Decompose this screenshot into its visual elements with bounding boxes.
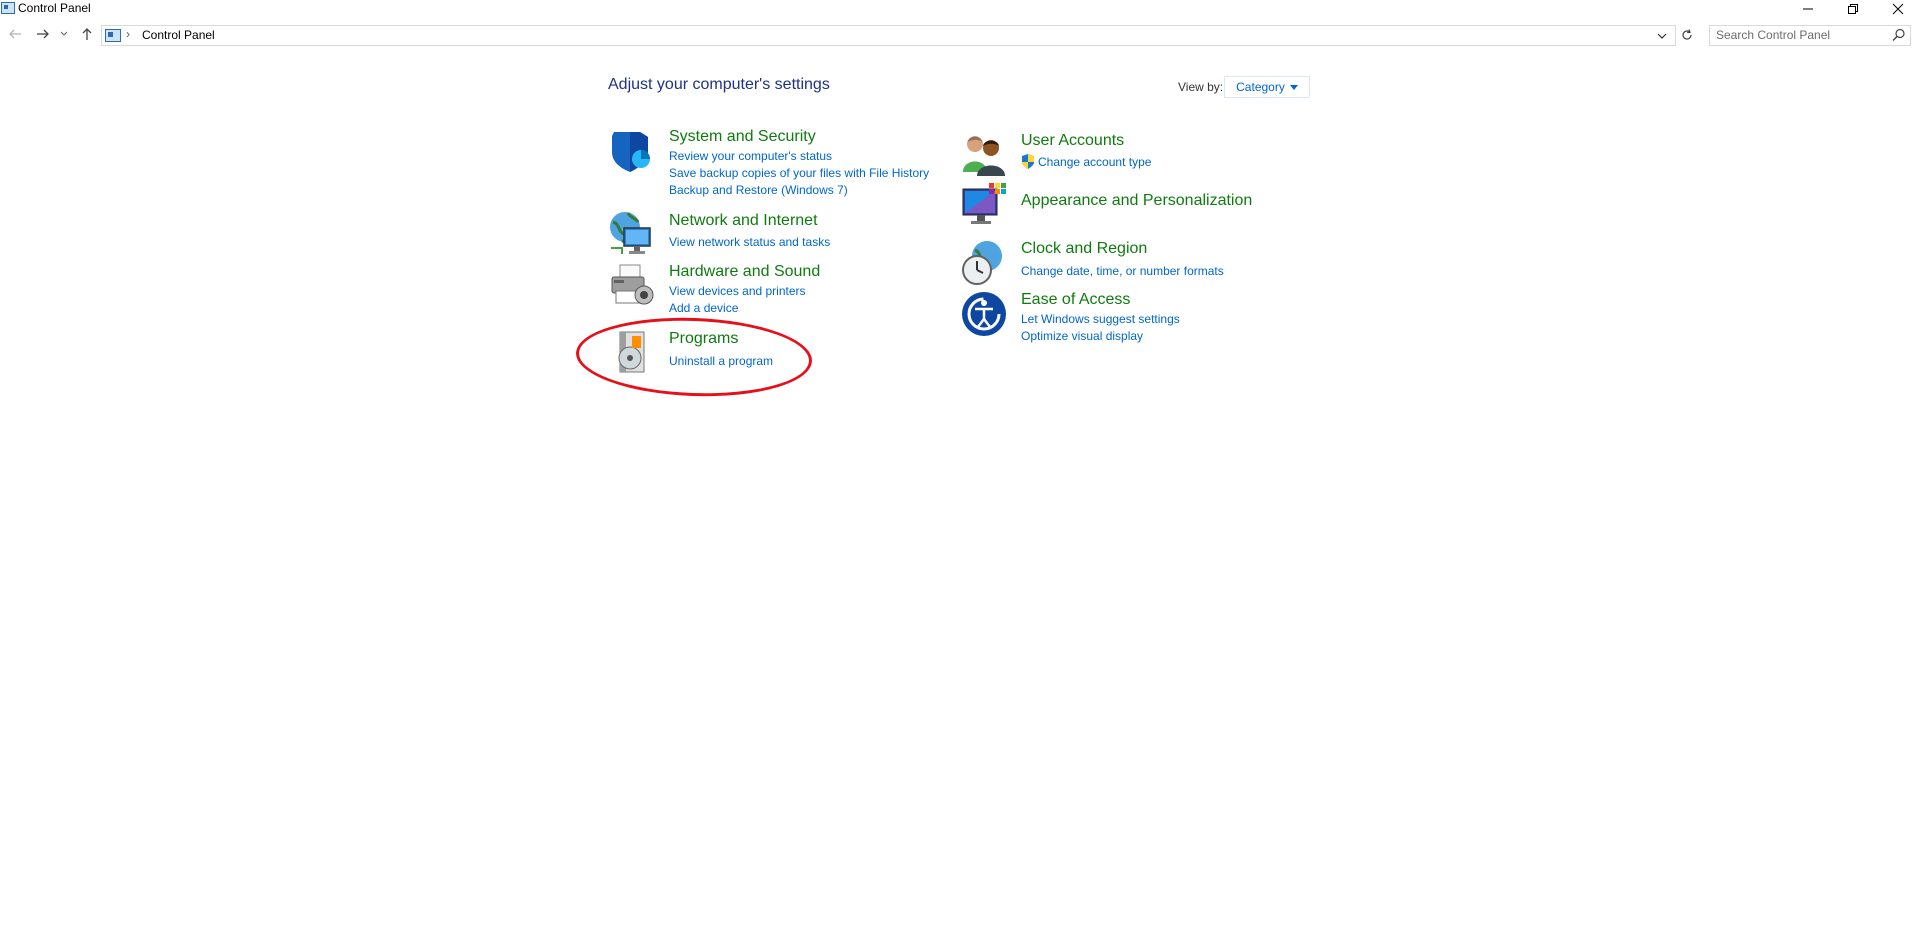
navigation-bar: › Control Panel Search Control Panel (0, 22, 1915, 48)
address-history-button[interactable] (1655, 29, 1669, 43)
control-panel-icon (105, 29, 121, 42)
refresh-icon (1682, 28, 1692, 40)
add-device-link[interactable]: Add a device (669, 301, 738, 315)
arrow-up-icon (82, 28, 92, 40)
appearance-link[interactable]: Appearance and Personalization (1021, 192, 1252, 210)
system-security-link[interactable]: System and Security (669, 128, 816, 146)
chevron-down-icon (1657, 33, 1667, 39)
search-icon[interactable] (1892, 28, 1906, 42)
programs-disc-icon (618, 331, 645, 373)
ease-of-access-icon (962, 292, 1006, 336)
restore-button[interactable] (1831, 0, 1875, 18)
globe-monitor-icon (610, 212, 651, 254)
search-placeholder: Search Control Panel (1716, 28, 1831, 42)
backup-restore-link[interactable]: Backup and Restore (Windows 7) (669, 183, 848, 197)
arrow-left-icon (9, 29, 21, 39)
view-by-dropdown[interactable]: Category (1224, 76, 1310, 98)
monitor-palette-icon (962, 183, 1006, 224)
refresh-button[interactable] (1678, 25, 1696, 44)
network-internet-link[interactable]: Network and Internet (669, 212, 818, 230)
minimize-button[interactable] (1786, 0, 1830, 18)
hardware-sound-link[interactable]: Hardware and Sound (669, 263, 820, 281)
ease-access-link[interactable]: Ease of Access (1021, 291, 1130, 309)
user-accounts-link[interactable]: User Accounts (1021, 132, 1124, 150)
uac-shield-icon (1022, 154, 1034, 169)
clock-region-link[interactable]: Clock and Region (1021, 240, 1147, 258)
change-account-type-link[interactable]: Change account type (1038, 155, 1151, 169)
minimize-icon (1803, 8, 1813, 10)
breadcrumb[interactable]: Control Panel (142, 28, 215, 42)
globe-clock-icon (962, 241, 1002, 285)
users-icon (963, 136, 1005, 176)
window-title: Control Panel (18, 1, 91, 15)
search-input[interactable]: Search Control Panel (1709, 25, 1911, 46)
caret-down-icon (1289, 84, 1298, 90)
printer-icon (611, 264, 654, 305)
control-panel-icon (1, 2, 15, 14)
forward-button[interactable] (34, 25, 52, 43)
restore-icon (1848, 4, 1858, 14)
chevron-down-icon (60, 31, 68, 36)
recent-locations-button[interactable] (58, 25, 70, 43)
view-by-value: Category (1236, 80, 1285, 94)
date-time-formats-link[interactable]: Change date, time, or number formats (1021, 264, 1224, 278)
address-bar[interactable]: › Control Panel (101, 25, 1676, 46)
uninstall-program-link[interactable]: Uninstall a program (669, 354, 773, 368)
view-by-label: View by: (1178, 80, 1224, 94)
suggest-settings-link[interactable]: Let Windows suggest settings (1021, 312, 1180, 326)
title-bar: Control Panel (0, 0, 1915, 18)
close-button[interactable] (1876, 0, 1915, 18)
shield-icon (612, 132, 650, 172)
arrow-right-icon (37, 29, 49, 39)
page-title: Adjust your computer's settings (608, 76, 830, 93)
programs-link[interactable]: Programs (669, 330, 738, 348)
review-status-link[interactable]: Review your computer's status (669, 149, 832, 163)
breadcrumb-separator-icon[interactable]: › (126, 27, 130, 41)
up-button[interactable] (78, 25, 96, 43)
devices-printers-link[interactable]: View devices and printers (669, 284, 806, 298)
back-button[interactable] (6, 25, 24, 43)
optimize-display-link[interactable]: Optimize visual display (1021, 329, 1143, 343)
network-status-link[interactable]: View network status and tasks (669, 235, 830, 249)
close-icon (1892, 3, 1904, 15)
file-history-link[interactable]: Save backup copies of your files with Fi… (669, 166, 929, 180)
